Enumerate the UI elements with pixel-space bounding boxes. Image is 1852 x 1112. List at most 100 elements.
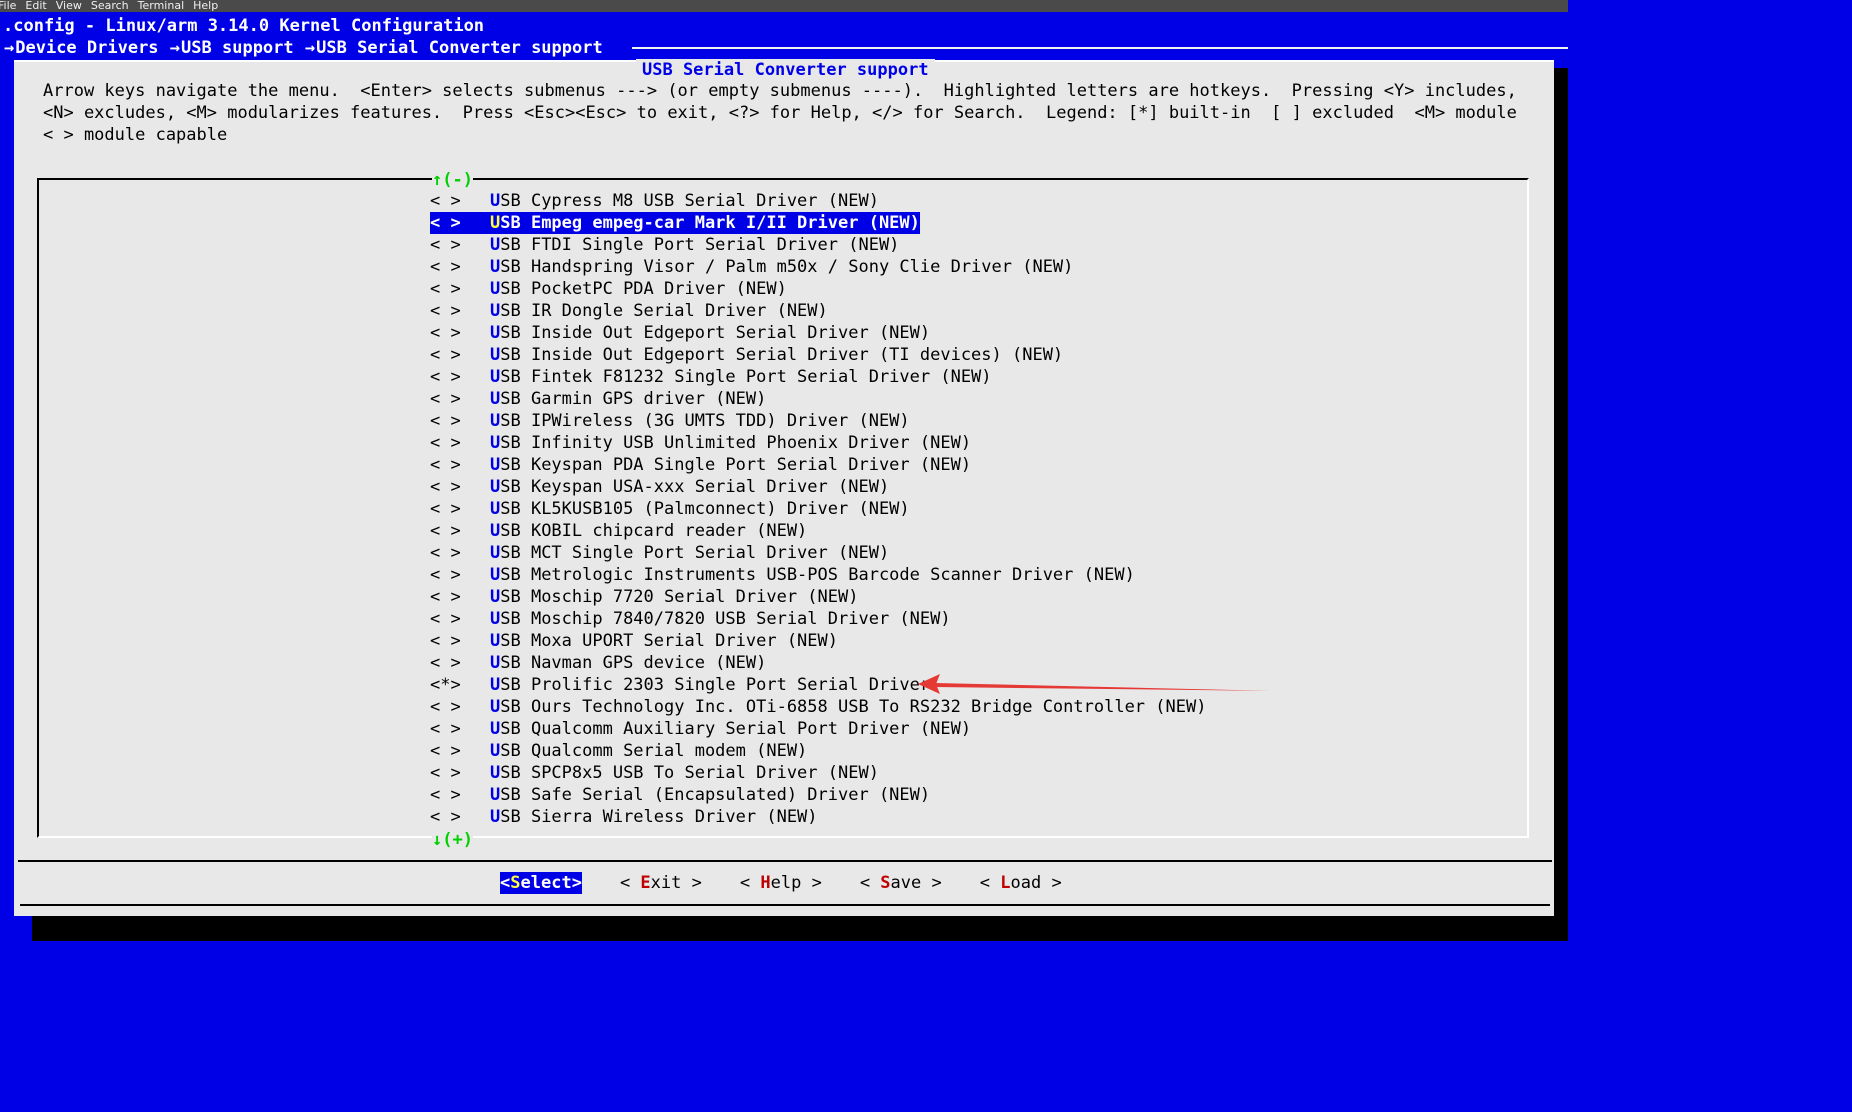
menu-item[interactable]: < > USB Cypress M8 USB Serial Driver (NEW…	[430, 190, 1206, 212]
item-state[interactable]: < >	[430, 520, 490, 542]
menu-item[interactable]: < > USB KOBIL chipcard reader (NEW)	[430, 520, 1206, 542]
item-label: SB SPCP8x5 USB To Serial Driver (NEW)	[500, 763, 879, 783]
help-button[interactable]: < Help >	[740, 872, 822, 894]
item-label: SB Prolific 2303 Single Port Serial Driv…	[500, 675, 931, 695]
menu-item-row: < > USB Keyspan USA-xxx Serial Driver (NE…	[430, 476, 1206, 498]
menu-item[interactable]: < > USB Keyspan PDA Single Port Serial Dr…	[430, 454, 1206, 476]
item-state[interactable]: < >	[430, 322, 490, 344]
menu-item[interactable]: < > USB Empeg empeg-car Mark I/II Driver …	[430, 212, 920, 234]
item-state[interactable]: < >	[430, 410, 490, 432]
menu-item-row: < > USB KL5KUSB105 (Palmconnect) Driver (…	[430, 498, 1206, 520]
menu-item[interactable]: < > USB Inside Out Edgeport Serial Driver…	[430, 344, 1206, 366]
menu-item[interactable]: < > USB Qualcomm Auxiliary Serial Port Dr…	[430, 718, 1206, 740]
menu-item[interactable]: < > USB SPCP8x5 USB To Serial Driver (NEW…	[430, 762, 1206, 784]
menu-item-row: < > USB MCT Single Port Serial Driver (NE…	[430, 542, 1206, 564]
item-state[interactable]: < >	[430, 344, 490, 366]
scroll-up-indicator[interactable]: ↑(-)	[432, 169, 473, 191]
menu-item[interactable]: < > USB Garmin GPS driver (NEW)	[430, 388, 1206, 410]
item-state[interactable]: < >	[430, 762, 490, 784]
menu-item[interactable]: < > USB Keyspan USA-xxx Serial Driver (NE…	[430, 476, 1206, 498]
item-hotkey: U	[490, 235, 501, 255]
menu-item[interactable]: < > USB Moschip 7720 Serial Driver (NEW)	[430, 586, 1206, 608]
breadcrumb-arrow-icon: →	[4, 38, 15, 58]
menu-item-row: < > USB Keyspan PDA Single Port Serial Dr…	[430, 454, 1206, 476]
menu-item[interactable]: < > USB Metrologic Instruments USB-POS Ba…	[430, 564, 1206, 586]
breadcrumb-item[interactable]: Device Drivers	[15, 38, 158, 58]
menu-item[interactable]: < > USB Inside Out Edgeport Serial Driver…	[430, 322, 1206, 344]
button-label: oad	[1010, 873, 1042, 893]
select-button[interactable]: <Select>	[500, 872, 582, 894]
item-label: SB Sierra Wireless Driver (NEW)	[500, 807, 818, 827]
dialog-shadow	[1554, 68, 1568, 923]
save-button[interactable]: < Save >	[860, 872, 942, 894]
item-hotkey: U	[490, 609, 501, 629]
item-state[interactable]: <*>	[430, 674, 490, 696]
terminal-menu-view[interactable]: View	[56, 0, 82, 12]
item-state[interactable]: < >	[430, 542, 490, 564]
terminal-menu-terminal[interactable]: Terminal	[138, 0, 185, 12]
item-state[interactable]: < >	[430, 784, 490, 806]
item-hotkey: U	[490, 675, 501, 695]
menu-item-row: < > USB FTDI Single Port Serial Driver (N…	[430, 234, 1206, 256]
item-state[interactable]: < >	[430, 696, 490, 718]
item-state[interactable]: < >	[430, 806, 490, 828]
item-state[interactable]: < >	[430, 388, 490, 410]
menu-item[interactable]: < > USB KL5KUSB105 (Palmconnect) Driver (…	[430, 498, 1206, 520]
menu-item[interactable]: < > USB MCT Single Port Serial Driver (NE…	[430, 542, 1206, 564]
menu-item[interactable]: < > USB Moxa UPORT Serial Driver (NEW)	[430, 630, 1206, 652]
menu-item[interactable]: < > USB Qualcomm Serial modem (NEW)	[430, 740, 1206, 762]
menu-item[interactable]: < > USB IPWireless (3G UMTS TDD) Driver (…	[430, 410, 1206, 432]
item-state[interactable]: < >	[430, 740, 490, 762]
item-state[interactable]: < >	[430, 454, 490, 476]
item-label: SB PocketPC PDA Driver (NEW)	[500, 279, 787, 299]
menu-item[interactable]: < > USB FTDI Single Port Serial Driver (N…	[430, 234, 1206, 256]
item-state[interactable]: < >	[430, 564, 490, 586]
menu-item[interactable]: < > USB Fintek F81232 Single Port Serial …	[430, 366, 1206, 388]
item-state[interactable]: < >	[430, 586, 490, 608]
terminal-menu-help[interactable]: Help	[193, 0, 218, 12]
menu-item[interactable]: < > USB Moschip 7840/7820 USB Serial Driv…	[430, 608, 1206, 630]
menu-item[interactable]: < > USB Infinity USB Unlimited Phoenix Dr…	[430, 432, 1206, 454]
menu-item[interactable]: <*> USB Prolific 2303 Single Port Serial …	[430, 674, 1206, 696]
terminal-menu-file[interactable]: File	[0, 0, 16, 12]
menu-item[interactable]: < > USB IR Dongle Serial Driver (NEW)	[430, 300, 1206, 322]
item-state[interactable]: < >	[430, 432, 490, 454]
breadcrumb-item[interactable]: USB Serial Converter support	[316, 38, 603, 58]
item-state[interactable]: < >	[430, 366, 490, 388]
scroll-down-indicator[interactable]: ↓(+)	[432, 829, 473, 851]
menu-item[interactable]: < > USB Ours Technology Inc. OTi-6858 USB…	[430, 696, 1206, 718]
item-state[interactable]: < >	[430, 212, 490, 234]
menu-item[interactable]: < > USB Sierra Wireless Driver (NEW)	[430, 806, 1206, 828]
menu-item[interactable]: < > USB Navman GPS device (NEW)	[430, 652, 1206, 674]
item-state[interactable]: < >	[430, 234, 490, 256]
item-state[interactable]: < >	[430, 498, 490, 520]
button-separator	[18, 860, 1552, 862]
menu-item[interactable]: < > USB Safe Serial (Encapsulated) Driver…	[430, 784, 1206, 806]
item-state[interactable]: < >	[430, 476, 490, 498]
item-hotkey: U	[490, 279, 501, 299]
item-state[interactable]: < >	[430, 630, 490, 652]
item-state[interactable]: < >	[430, 300, 490, 322]
button-bracket: <	[500, 873, 511, 893]
item-state[interactable]: < >	[430, 256, 490, 278]
button-label: ave	[890, 873, 922, 893]
menu-item-row: < > USB Metrologic Instruments USB-POS Ba…	[430, 564, 1206, 586]
item-state[interactable]: < >	[430, 652, 490, 674]
breadcrumb-item[interactable]: USB support	[181, 38, 294, 58]
item-state[interactable]: < >	[430, 278, 490, 300]
button-label: xit	[650, 873, 682, 893]
menu-item-row: < > USB Fintek F81232 Single Port Serial …	[430, 366, 1206, 388]
menu-item-row: < > USB Cypress M8 USB Serial Driver (NEW…	[430, 190, 1206, 212]
dialog-title: USB Serial Converter support	[636, 59, 935, 81]
load-button[interactable]: < Load >	[980, 872, 1062, 894]
menu-item[interactable]: < > USB PocketPC PDA Driver (NEW)	[430, 278, 1206, 300]
item-state[interactable]: < >	[430, 718, 490, 740]
item-state[interactable]: < >	[430, 608, 490, 630]
terminal-menu-edit[interactable]: Edit	[25, 0, 46, 12]
exit-button[interactable]: < Exit >	[620, 872, 702, 894]
item-state[interactable]: < >	[430, 190, 490, 212]
item-hotkey: U	[490, 257, 501, 277]
terminal-menu-search[interactable]: Search	[91, 0, 129, 12]
menu-item[interactable]: < > USB Handspring Visor / Palm m50x / So…	[430, 256, 1206, 278]
button-bracket: >	[1041, 873, 1062, 893]
